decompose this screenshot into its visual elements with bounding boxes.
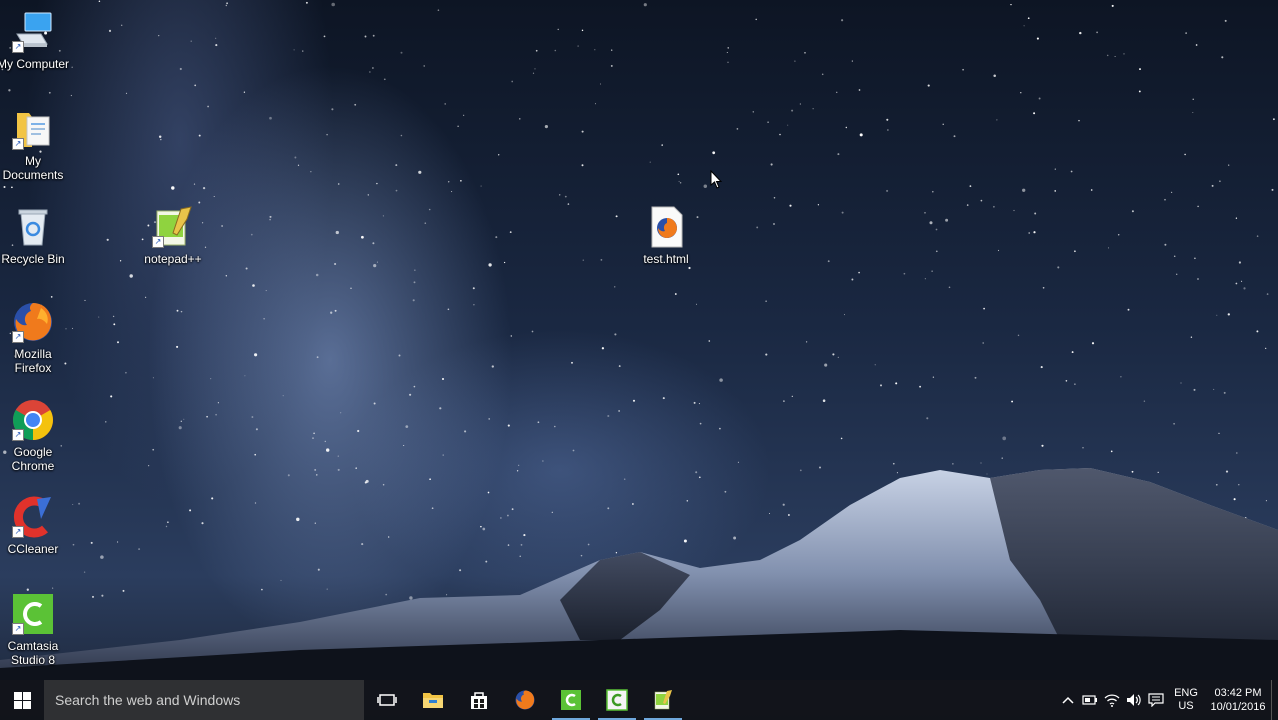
clock-date: 10/01/2016 — [1210, 701, 1266, 713]
system-tray: ENG US 03:42 PM 10/01/2016 — [1057, 680, 1278, 720]
speaker-icon — [1127, 694, 1141, 706]
store-icon — [471, 692, 487, 709]
show-hidden-icons-button[interactable] — [1057, 680, 1079, 720]
clock-time: 03:42 PM — [1214, 687, 1262, 699]
taskbar-camtasia-studio[interactable] — [548, 680, 594, 720]
shortcut-arrow-icon: ↗ — [12, 429, 24, 441]
camtasia-recorder-icon — [606, 689, 628, 711]
taskbar-file-explorer[interactable] — [410, 680, 456, 720]
taskbar-camtasia-recorder[interactable] — [594, 680, 640, 720]
notepadpp-icon — [654, 690, 672, 710]
taskbar-firefox[interactable] — [502, 680, 548, 720]
windows-logo-icon — [13, 691, 31, 709]
desktop-icon-label: Google Chrome — [11, 445, 55, 473]
mountain-wallpaper — [0, 468, 1278, 680]
desktop-icon-label: test.html — [643, 252, 689, 266]
documents-folder-icon: ↗ — [11, 107, 55, 151]
shortcut-arrow-icon: ↗ — [12, 138, 24, 150]
search-input[interactable]: Search the web and Windows — [44, 680, 364, 720]
desktop-icon-notepadpp[interactable]: ↗ notepad++ — [136, 205, 210, 266]
ccleaner-icon: ↗ — [11, 495, 55, 539]
chrome-icon: ↗ — [11, 398, 55, 442]
desktop-icon-google-chrome[interactable]: ↗ Google Chrome — [0, 398, 70, 473]
recycle-bin-icon — [11, 205, 55, 249]
task-view-button[interactable] — [364, 680, 410, 720]
task-view-icon — [377, 694, 397, 706]
mouse-cursor-icon — [710, 170, 723, 189]
language-code: ENG — [1174, 687, 1198, 699]
html-file-icon — [644, 205, 688, 249]
desktop-icon-test-html[interactable]: test.html — [629, 205, 703, 266]
taskbar-store[interactable] — [456, 680, 502, 720]
desktop-icon-camtasia[interactable]: ↗ Camtasia Studio 8 — [0, 592, 70, 667]
notepadpp-icon: ↗ — [151, 205, 195, 249]
camtasia-icon — [561, 690, 581, 710]
search-placeholder: Search the web and Windows — [55, 692, 241, 708]
start-button[interactable] — [0, 680, 44, 720]
desktop[interactable]: ↗ My Computer ↗ My Documents Recycle Bin — [0, 0, 1278, 720]
taskbar-notepadpp[interactable] — [640, 680, 686, 720]
chevron-up-icon — [1062, 696, 1074, 704]
battery-icon — [1082, 695, 1097, 705]
notification-icon — [1148, 693, 1164, 707]
desktop-icon-label: Camtasia Studio 8 — [7, 639, 59, 667]
shortcut-arrow-icon: ↗ — [12, 526, 24, 538]
action-center-button[interactable] — [1145, 680, 1167, 720]
desktop-icon-label: notepad++ — [144, 252, 202, 266]
desktop-icon-label: My Documents — [2, 154, 64, 182]
wifi-icon — [1104, 694, 1120, 707]
shortcut-arrow-icon: ↗ — [12, 41, 24, 53]
computer-icon: ↗ — [11, 10, 55, 54]
file-explorer-icon — [423, 693, 443, 708]
shortcut-arrow-icon: ↗ — [12, 623, 24, 635]
input-language-indicator[interactable]: ENG US — [1169, 687, 1203, 713]
desktop-icon-my-computer[interactable]: ↗ My Computer — [0, 10, 70, 71]
desktop-icon-recycle-bin[interactable]: Recycle Bin — [0, 205, 70, 266]
keyboard-region: US — [1178, 700, 1194, 712]
clock[interactable]: 03:42 PM 10/01/2016 — [1205, 686, 1271, 714]
firefox-icon — [515, 690, 535, 710]
desktop-icon-label: Mozilla Firefox — [14, 347, 52, 375]
shortcut-arrow-icon: ↗ — [152, 236, 164, 248]
camtasia-icon: ↗ — [11, 592, 55, 636]
desktop-icon-label: CCleaner — [7, 542, 59, 556]
volume-button[interactable] — [1123, 680, 1145, 720]
show-desktop-button[interactable] — [1271, 680, 1278, 720]
firefox-icon: ↗ — [11, 300, 55, 344]
desktop-icon-mozilla-firefox[interactable]: ↗ Mozilla Firefox — [0, 300, 70, 375]
desktop-icon-label: My Computer — [0, 57, 70, 71]
desktop-icon-ccleaner[interactable]: ↗ CCleaner — [0, 495, 70, 556]
taskbar: Search the web and Windows ENG US 03:42 … — [0, 680, 1278, 720]
shortcut-arrow-icon: ↗ — [12, 331, 24, 343]
battery-button[interactable] — [1079, 680, 1101, 720]
desktop-icon-label: Recycle Bin — [1, 252, 65, 266]
desktop-icon-my-documents[interactable]: ↗ My Documents — [0, 107, 70, 182]
network-button[interactable] — [1101, 680, 1123, 720]
